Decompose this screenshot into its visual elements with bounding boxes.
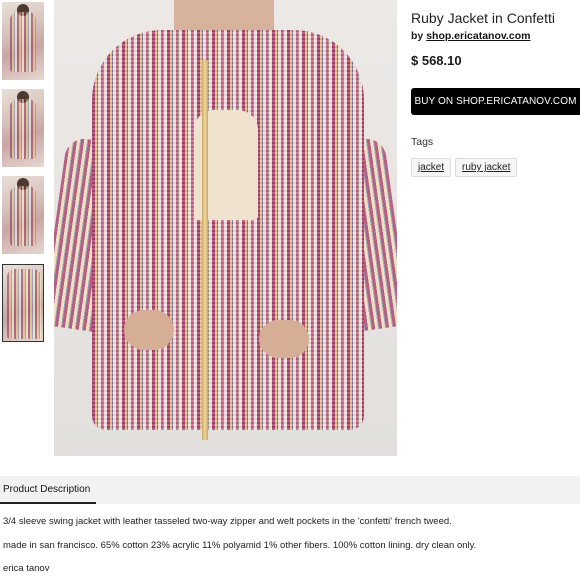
description-line: erica tanov (3, 563, 50, 574)
description-tab-bar: Product Description (0, 476, 580, 504)
tags-heading: Tags (411, 136, 434, 148)
thumbnail-jacket (10, 99, 36, 159)
jacket-zipper (202, 60, 208, 440)
thumbnail-jacket (7, 269, 41, 339)
thumbnail-4-selected[interactable] (2, 264, 44, 342)
buy-button[interactable]: BUY ON SHOP.ERICATANOV.COM (411, 88, 580, 115)
jacket-body (92, 30, 364, 430)
thumbnail-1[interactable] (2, 2, 44, 80)
thumbnail-jacket (10, 186, 36, 246)
description-line: made in san francisco. 65% cotton 23% ac… (3, 540, 477, 551)
product-title: Ruby Jacket in Confetti (411, 10, 555, 26)
thumbnail-jacket (10, 12, 36, 72)
model-right-hand (259, 320, 309, 358)
main-product-image[interactable] (54, 0, 397, 456)
product-price: $ 568.10 (411, 53, 462, 68)
tab-product-description[interactable]: Product Description (0, 476, 96, 504)
seller-prefix: by (411, 30, 424, 42)
model-left-hand (124, 310, 174, 350)
tag-ruby-jacket[interactable]: ruby jacket (455, 158, 518, 177)
tag-jacket[interactable]: jacket (411, 158, 452, 177)
description-line: 3/4 sleeve swing jacket with leather tas… (3, 516, 452, 527)
thumbnail-2[interactable] (2, 89, 44, 167)
seller-link[interactable]: shop.ericatanov.com (426, 30, 530, 42)
seller-line: by shop.ericatanov.com (411, 30, 530, 42)
thumbnail-3[interactable] (2, 176, 44, 254)
